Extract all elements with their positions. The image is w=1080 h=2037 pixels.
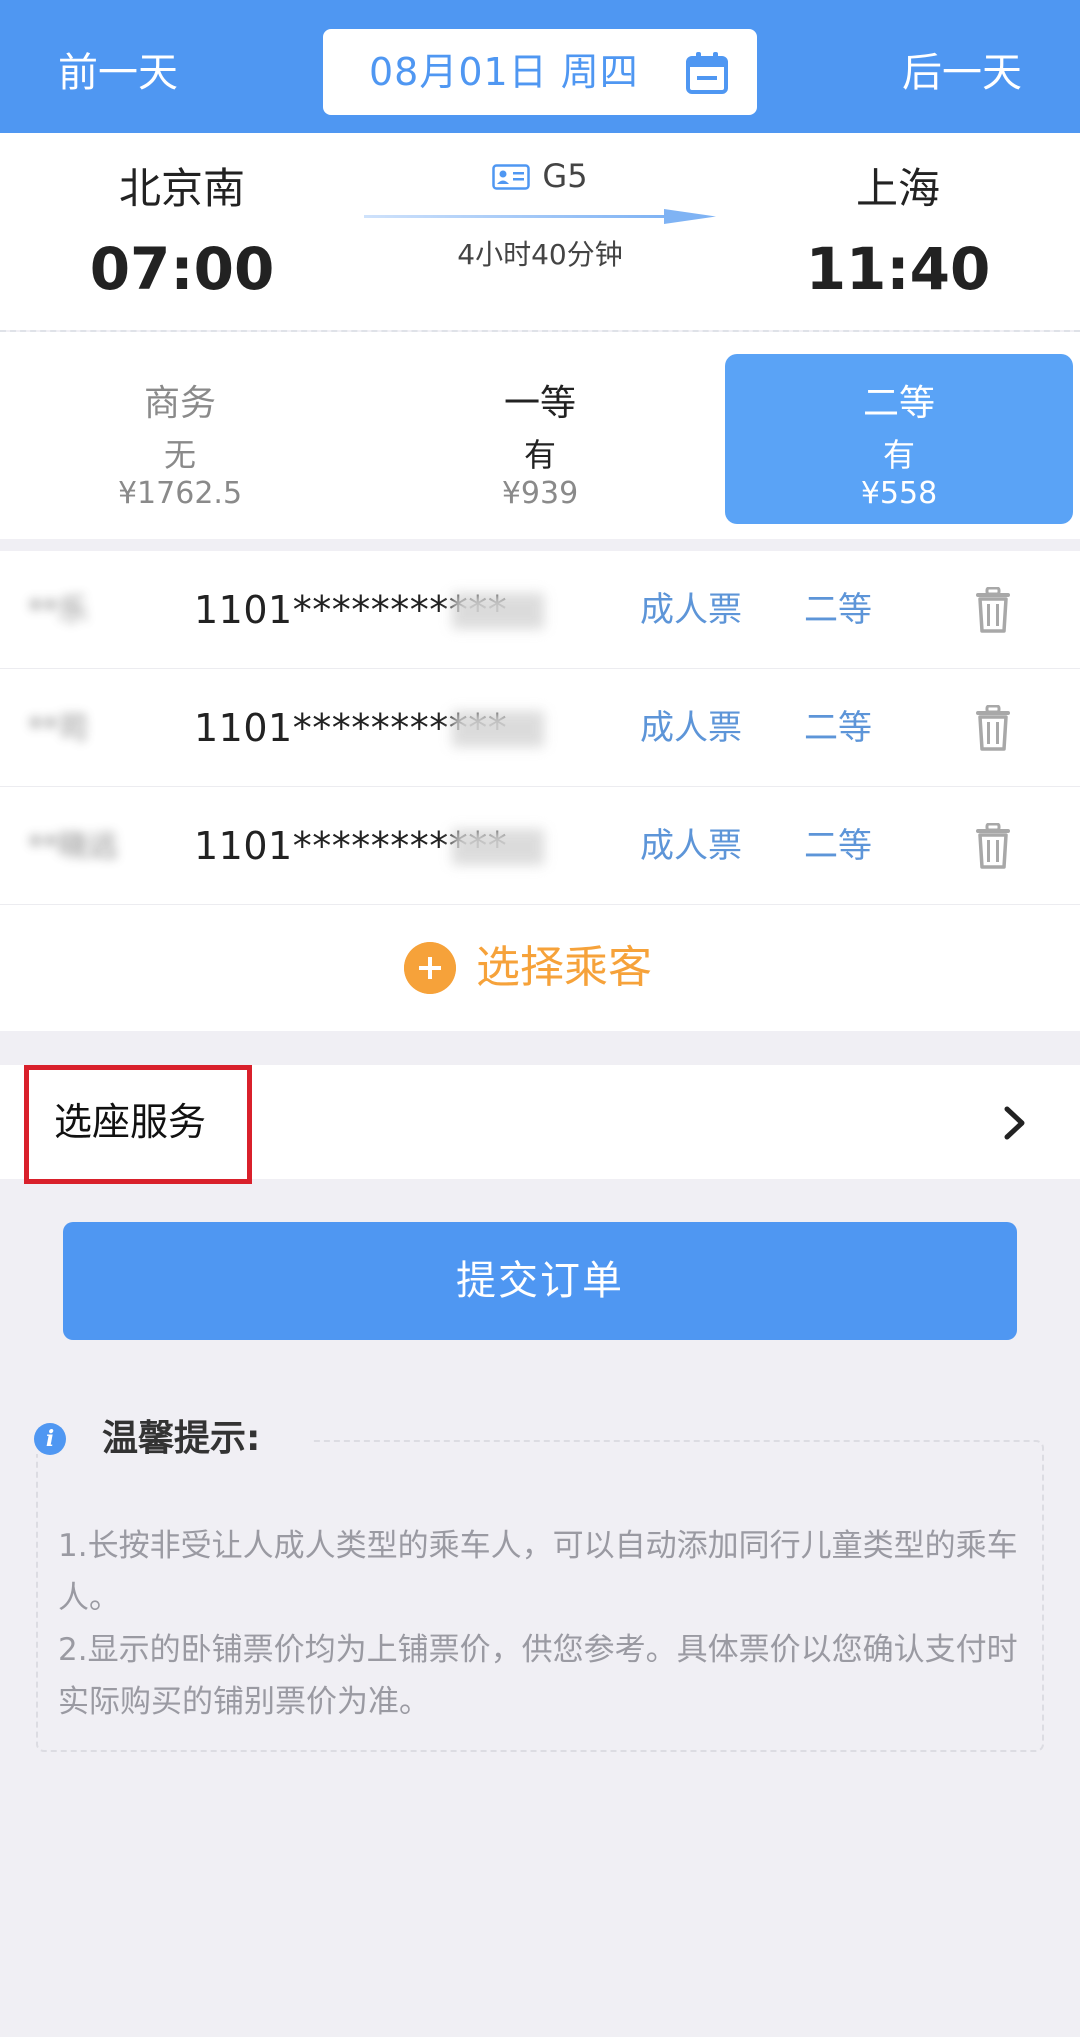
train-number: G5 [360,153,720,199]
seat-price: ¥939 [501,476,579,511]
train-summary[interactable]: G5 4小时40分钟 [360,153,720,303]
seat-class-selector: 商务 无 ¥1762.5 一等 有 ¥939 二等 有 ¥558 [0,332,1080,539]
travel-duration: 4小时40分钟 [457,238,623,271]
passenger-list: **乐 1101*********** 成人票 二等 **司 1101*****… [0,551,1080,1031]
submit-order-button[interactable]: 提交订单 [63,1222,1017,1340]
highlight-annotation [24,1065,252,1184]
trash-icon[interactable] [975,823,1011,869]
seat-price: ¥558 [860,476,938,511]
passenger-seat-class[interactable]: 二等 [804,821,872,871]
seat-availability: 无 [163,436,196,474]
direction-arrow-icon [364,209,716,224]
tip-line: 2.显示的卧铺票价均为上铺票价，供您参考。具体票价以您确认支付时实际购买的铺别票… [58,1632,1018,1720]
id-card-icon [492,164,531,190]
add-passenger-label: 选择乘客 [476,942,652,993]
ticket-type[interactable]: 成人票 [640,703,742,753]
next-day-button[interactable]: 后一天 [902,0,1022,133]
ticket-type[interactable]: 成人票 [640,585,742,635]
trash-icon[interactable] [975,705,1011,751]
train-info-card: 北京南 07:00 G5 4小时40分钟 上海 11:40 [0,133,1080,330]
seat-option-first-class[interactable]: 一等 有 ¥939 [366,354,714,524]
seat-name: 一等 [503,383,576,424]
passenger-row[interactable]: **司 1101*********** 成人票 二等 [0,669,1080,787]
passenger-row[interactable]: **乐 1101*********** 成人票 二等 [0,551,1080,669]
seat-availability: 有 [882,436,915,474]
seat-service-row[interactable]: 选座服务 [0,1065,1080,1184]
tips-title: 温馨提示: [102,1418,261,1459]
tip-line: 1.长按非受让人成人类型的乘车人，可以自动添加同行儿童类型的乘车人。 [58,1528,1018,1616]
seat-name: 二等 [862,383,935,424]
date-label: 08月01日 周四 [369,50,639,94]
arrival-time: 11:40 [805,235,991,303]
passenger-name: **晓远 [28,829,118,864]
tips-text: 1.长按非受让人成人类型的乘车人，可以自动添加同行儿童类型的乘车人。 2.显示的… [58,1520,1028,1728]
add-passenger-button[interactable]: 选择乘客 [0,905,1080,1031]
date-nav-bar: 前一天 08月01日 周四 后一天 [0,0,1080,133]
chevron-right-icon [1004,1106,1025,1140]
redacted-mask [452,711,544,747]
departure-time: 07:00 [89,235,275,303]
redacted-mask [452,593,544,629]
calendar-icon [686,52,728,94]
seat-name: 商务 [143,383,216,424]
passenger-name: **乐 [28,593,88,628]
redacted-mask [452,829,544,865]
seat-option-business[interactable]: 商务 无 ¥1762.5 [6,354,354,524]
prev-day-button[interactable]: 前一天 [58,0,178,133]
passenger-seat-class[interactable]: 二等 [804,703,872,753]
train-number-text: G5 [542,157,588,195]
departure-station: 北京南 [118,164,245,213]
seat-option-second-class[interactable]: 二等 有 ¥558 [725,354,1073,524]
passenger-name: **司 [28,711,88,746]
plus-icon [404,942,456,994]
date-picker[interactable]: 08月01日 周四 [323,29,757,115]
arrival-station: 上海 [855,164,940,213]
info-icon: i [34,1423,66,1455]
seat-price: ¥1762.5 [117,476,243,511]
passenger-seat-class[interactable]: 二等 [804,585,872,635]
ticket-type[interactable]: 成人票 [640,821,742,871]
passenger-row[interactable]: **晓远 1101*********** 成人票 二等 [0,787,1080,905]
seat-availability: 有 [523,436,556,474]
trash-icon[interactable] [975,587,1011,633]
